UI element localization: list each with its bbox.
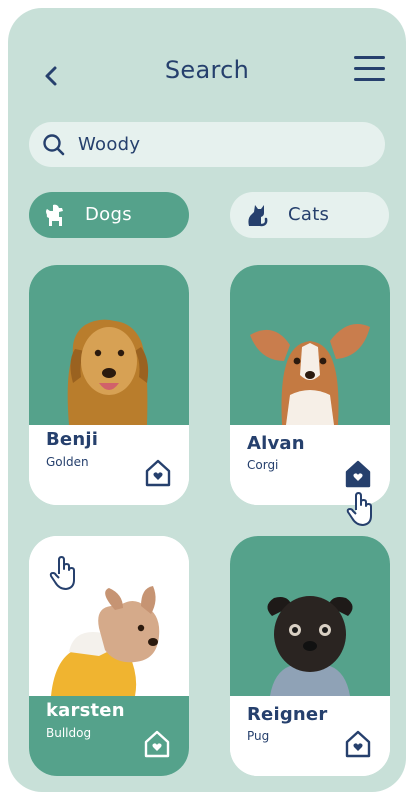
corgi-image: [250, 324, 370, 425]
favorite-home-icon[interactable]: [344, 729, 372, 759]
pet-breed: Pug: [247, 729, 270, 743]
filter-cats[interactable]: Cats: [230, 192, 389, 238]
filter-cats-label: Cats: [288, 204, 330, 225]
menu-button[interactable]: [354, 56, 388, 84]
cat-icon: [248, 205, 268, 227]
pet-photo: [29, 265, 189, 425]
pug-image: [267, 596, 353, 696]
pet-card-reigner[interactable]: Reigner Pug: [230, 536, 390, 776]
hand-pointer-icon: [346, 492, 372, 526]
pet-breed: Golden: [46, 455, 89, 469]
pet-card-karsten[interactable]: karsten Bulldog: [29, 536, 189, 776]
pet-card-alvan[interactable]: Alvan Corgi: [230, 265, 390, 505]
filter-dogs-label: Dogs: [85, 204, 132, 225]
header: Search: [8, 8, 406, 128]
pet-name: Reigner: [247, 704, 328, 725]
pet-name: Benji: [46, 429, 99, 450]
pet-info: Reigner Pug: [230, 696, 390, 776]
pet-breed: Bulldog: [46, 726, 92, 740]
search-value[interactable]: Woody: [78, 134, 140, 155]
hamburger-menu-icon: [354, 56, 385, 59]
pet-photo: [230, 536, 390, 696]
favorite-home-icon[interactable]: [143, 729, 171, 759]
pet-name: karsten: [46, 700, 125, 721]
pet-name: Alvan: [247, 433, 305, 454]
pet-card-benji[interactable]: Benji Golden: [29, 265, 189, 505]
hand-pointer-icon: [49, 556, 75, 590]
favorite-home-icon[interactable]: [144, 458, 172, 488]
golden-retriever-image: [67, 319, 149, 425]
search-icon: [43, 134, 65, 156]
pet-info: Benji Golden: [29, 425, 189, 505]
search-input[interactable]: Woody: [29, 122, 385, 167]
app-screen: Search Woody Dogs Cats Benji Golden Alva…: [8, 8, 406, 792]
favorite-home-icon-filled[interactable]: [344, 459, 372, 489]
page-title: Search: [164, 56, 250, 84]
dog-icon: [46, 204, 63, 226]
pet-info: karsten Bulldog: [29, 696, 189, 776]
pet-breed: Corgi: [247, 458, 279, 472]
pet-photo: [230, 265, 390, 425]
filter-dogs[interactable]: Dogs: [29, 192, 189, 238]
